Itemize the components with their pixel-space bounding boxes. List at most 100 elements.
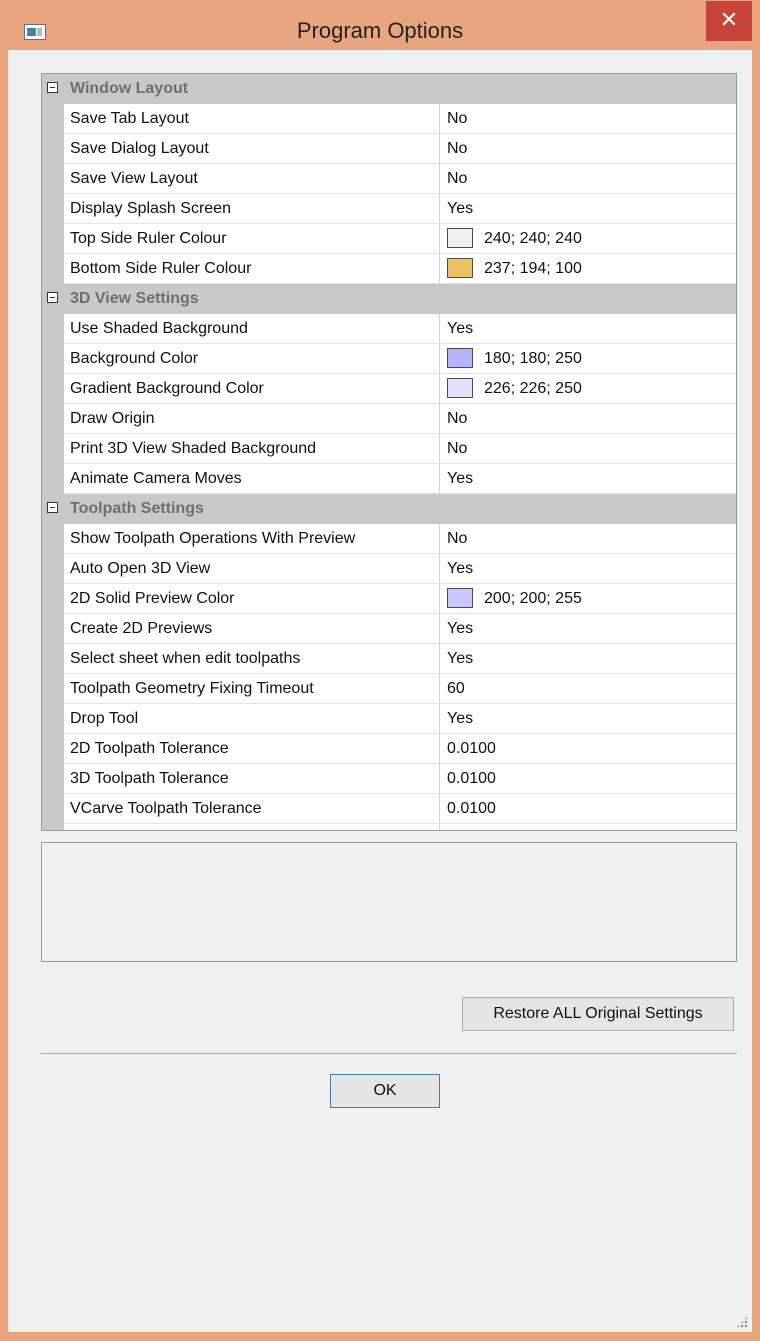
property-row[interactable]: Gradient Background Color 226; 226; 250	[42, 374, 736, 404]
property-value[interactable]: Yes	[447, 650, 473, 668]
property-name: Display Splash Screen	[70, 200, 231, 217]
property-row[interactable]: Toolpath Geometry Fixing Timeout 60	[42, 674, 736, 704]
property-value[interactable]: Yes	[447, 560, 473, 578]
property-value[interactable]: No	[447, 410, 467, 428]
property-name: Auto Open 3D View	[70, 560, 211, 577]
property-row[interactable]: Top Side Ruler Colour 240; 240; 240	[42, 224, 736, 254]
row-gutter	[42, 134, 64, 164]
row-gutter	[42, 224, 64, 254]
property-row[interactable]: Drop Tool Yes	[42, 704, 736, 734]
property-row[interactable]: Save Dialog Layout No	[42, 134, 736, 164]
property-value[interactable]: 237; 194; 100	[484, 260, 582, 278]
property-value[interactable]: 200; 200; 255	[484, 590, 582, 608]
property-value[interactable]: 0.0100	[447, 800, 496, 818]
property-row[interactable]: 2D Solid Preview Color 200; 200; 255	[42, 584, 736, 614]
category-row[interactable]: Toolpath Settings	[42, 494, 736, 524]
column-divider[interactable]	[439, 794, 440, 824]
color-swatch[interactable]	[447, 258, 473, 278]
property-name: VCarve Toolpath Tolerance	[70, 800, 262, 817]
property-grid[interactable]: Window Layout Save Tab Layout No Save Dialo…	[41, 73, 737, 831]
row-gutter	[42, 674, 64, 704]
column-divider[interactable]	[439, 404, 440, 434]
property-value[interactable]: No	[447, 170, 467, 188]
category-label: Toolpath Settings	[70, 500, 204, 517]
property-row[interactable]: Use Shaded Background Yes	[42, 314, 736, 344]
column-divider[interactable]	[439, 464, 440, 494]
close-button[interactable]: ✕	[706, 1, 752, 41]
color-swatch[interactable]	[447, 228, 473, 248]
property-value[interactable]: Yes	[447, 470, 473, 488]
property-value[interactable]: 0.0100	[447, 770, 496, 788]
category-row[interactable]: 3D View Settings	[42, 284, 736, 314]
column-divider[interactable]	[439, 224, 440, 254]
row-gutter	[42, 464, 64, 494]
property-row[interactable]: Maximum Toolpath Undo Stack Size (MB) 20	[42, 824, 736, 831]
property-value[interactable]: Yes	[447, 200, 473, 218]
row-gutter	[42, 344, 64, 374]
column-divider[interactable]	[439, 104, 440, 134]
column-divider[interactable]	[439, 254, 440, 284]
property-value[interactable]: 180; 180; 250	[484, 350, 582, 368]
column-divider[interactable]	[439, 824, 440, 830]
property-value[interactable]: Yes	[447, 320, 473, 338]
column-divider[interactable]	[439, 344, 440, 374]
column-divider[interactable]	[439, 764, 440, 794]
property-name: Save View Layout	[70, 170, 198, 187]
collapse-icon[interactable]	[47, 292, 58, 303]
restore-all-settings-button[interactable]: Restore ALL Original Settings	[462, 997, 734, 1031]
property-row[interactable]: Print 3D View Shaded Background No	[42, 434, 736, 464]
resize-grip-icon[interactable]	[736, 1316, 748, 1328]
property-value[interactable]: 226; 226; 250	[484, 380, 582, 398]
property-row[interactable]: Animate Camera Moves Yes	[42, 464, 736, 494]
property-value[interactable]: No	[447, 530, 467, 548]
property-row[interactable]: Save View Layout No	[42, 164, 736, 194]
property-row[interactable]: Save Tab Layout No	[42, 104, 736, 134]
column-divider[interactable]	[439, 644, 440, 674]
column-divider[interactable]	[439, 374, 440, 404]
property-name: Top Side Ruler Colour	[70, 230, 227, 247]
ok-button[interactable]: OK	[330, 1074, 440, 1108]
column-divider[interactable]	[439, 194, 440, 224]
property-row[interactable]: VCarve Toolpath Tolerance 0.0100	[42, 794, 736, 824]
property-value[interactable]: Yes	[447, 710, 473, 728]
column-divider[interactable]	[439, 554, 440, 584]
column-divider[interactable]	[439, 164, 440, 194]
column-divider[interactable]	[439, 674, 440, 704]
description-panel	[41, 842, 737, 962]
collapse-icon[interactable]	[47, 82, 58, 93]
property-value[interactable]: 60	[447, 680, 465, 698]
property-row[interactable]: Auto Open 3D View Yes	[42, 554, 736, 584]
property-value[interactable]: No	[447, 110, 467, 128]
property-row[interactable]: Show Toolpath Operations With Preview No	[42, 524, 736, 554]
color-swatch[interactable]	[447, 588, 473, 608]
property-row[interactable]: Display Splash Screen Yes	[42, 194, 736, 224]
property-value[interactable]: 20	[447, 830, 465, 831]
property-row[interactable]: Select sheet when edit toolpaths Yes	[42, 644, 736, 674]
property-row[interactable]: 3D Toolpath Tolerance 0.0100	[42, 764, 736, 794]
close-icon: ✕	[719, 7, 739, 32]
property-value[interactable]: 240; 240; 240	[484, 230, 582, 248]
property-row[interactable]: Background Color 180; 180; 250	[42, 344, 736, 374]
collapse-icon[interactable]	[47, 502, 58, 513]
column-divider[interactable]	[439, 734, 440, 764]
column-divider[interactable]	[439, 704, 440, 734]
column-divider[interactable]	[439, 614, 440, 644]
property-row[interactable]: Bottom Side Ruler Colour 237; 194; 100	[42, 254, 736, 284]
property-row[interactable]: 2D Toolpath Tolerance 0.0100	[42, 734, 736, 764]
property-value[interactable]: 0.0100	[447, 740, 496, 758]
property-value[interactable]: Yes	[447, 620, 473, 638]
property-value[interactable]: No	[447, 140, 467, 158]
property-value[interactable]: No	[447, 440, 467, 458]
property-row[interactable]: Create 2D Previews Yes	[42, 614, 736, 644]
property-name: Print 3D View Shaded Background	[70, 440, 317, 457]
column-divider[interactable]	[439, 134, 440, 164]
category-row[interactable]: Window Layout	[42, 74, 736, 104]
column-divider[interactable]	[439, 584, 440, 614]
column-divider[interactable]	[439, 314, 440, 344]
column-divider[interactable]	[439, 524, 440, 554]
color-swatch[interactable]	[447, 378, 473, 398]
column-divider[interactable]	[439, 434, 440, 464]
property-row[interactable]: Draw Origin No	[42, 404, 736, 434]
row-gutter	[42, 794, 64, 824]
color-swatch[interactable]	[447, 348, 473, 368]
